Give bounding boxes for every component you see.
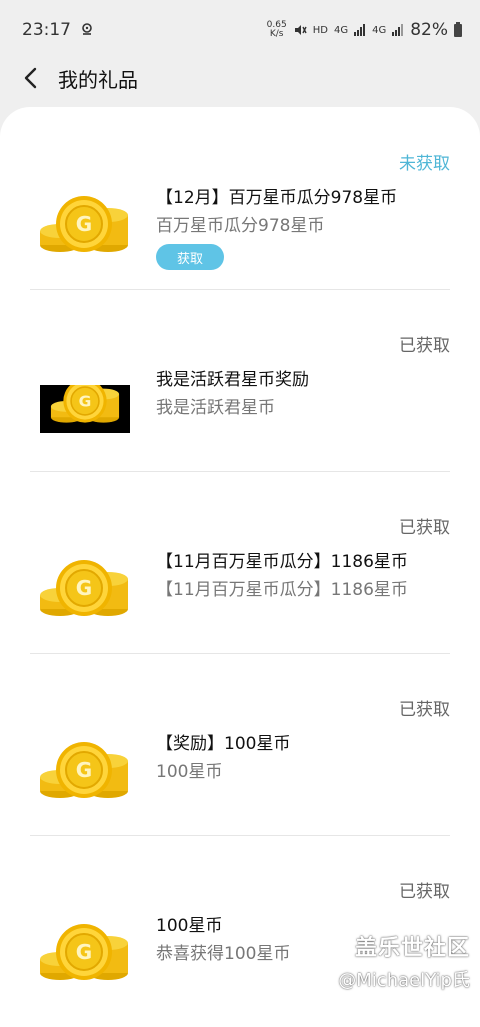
watermark-logo: 盖乐世社区: [354, 936, 470, 961]
back-button[interactable]: [0, 52, 60, 104]
gift-subtitle: 100星币: [156, 762, 223, 782]
gift-item[interactable]: 未获取 【12月】百万星币瓜分978星币 百万星币瓜分978星币 获取: [30, 107, 450, 290]
coin-icon: [40, 385, 130, 433]
hd-label: HD: [312, 24, 328, 36]
network-label-1: 4G: [333, 24, 349, 36]
coin-icon: [38, 557, 130, 619]
gift-title: 【11月百万星币瓜分】1186星币: [156, 552, 408, 572]
top-bar: 我的礼品: [0, 52, 480, 104]
status-time: 23:17: [22, 20, 71, 40]
gift-item[interactable]: 已获取 我是活跃君星币奖励 我是活跃君星币: [30, 289, 450, 472]
gift-title: 【奖励】100星币: [156, 734, 291, 754]
location-icon: [82, 23, 92, 35]
coin-icon: [38, 193, 130, 255]
claim-button[interactable]: 获取: [156, 244, 224, 270]
mute-icon: [294, 25, 307, 35]
gift-subtitle: 百万星币瓜分978星币: [156, 216, 325, 236]
gift-subtitle: 恭喜获得100星币: [156, 944, 291, 964]
gift-status: 未获取: [399, 154, 450, 174]
gift-item[interactable]: 已获取 【11月百万星币瓜分】1186星币 【11月百万星币瓜分】1186星币: [30, 471, 450, 654]
watermark: 盖乐世社区 @MichaelYip氏: [338, 930, 470, 992]
gift-status: 已获取: [399, 518, 450, 538]
gift-list: 未获取 【12月】百万星币瓜分978星币 百万星币瓜分978星币 获取 已获取 …: [0, 107, 480, 1027]
gift-subtitle: 我是活跃君星币: [156, 398, 275, 418]
page-title: 我的礼品: [58, 67, 138, 92]
gift-item[interactable]: 已获取 【奖励】100星币 100星币: [30, 653, 450, 836]
network-label-2: 4G: [372, 24, 387, 36]
gift-status: 已获取: [399, 700, 450, 720]
coin-icon: [38, 739, 130, 801]
chevron-left-icon: [24, 67, 37, 89]
status-left: 23:17: [22, 20, 93, 40]
signal-icon-1: [354, 24, 366, 36]
watermark-user: @MichaelYip氏: [338, 970, 470, 991]
gift-subtitle: 【11月百万星币瓜分】1186星币: [156, 580, 408, 600]
net-speed: 0.65 K/s: [267, 21, 287, 39]
coin-icon: [38, 921, 130, 983]
status-bar: 23:17 0.65 K/s HD 4G 4G 82%: [0, 0, 480, 60]
signal-icon-2: [392, 24, 404, 36]
battery-percent: 82%: [410, 20, 448, 40]
gift-title: 我是活跃君星币奖励: [156, 370, 309, 390]
gift-title: 100星币: [156, 916, 223, 936]
gift-status: 已获取: [399, 336, 450, 356]
net-speed-unit: K/s: [269, 29, 284, 39]
battery-icon: [454, 21, 462, 37]
gift-status: 已获取: [399, 882, 450, 902]
status-right: 0.65 K/s HD 4G 4G 82%: [267, 20, 462, 40]
gift-title: 【12月】百万星币瓜分978星币: [156, 188, 398, 208]
